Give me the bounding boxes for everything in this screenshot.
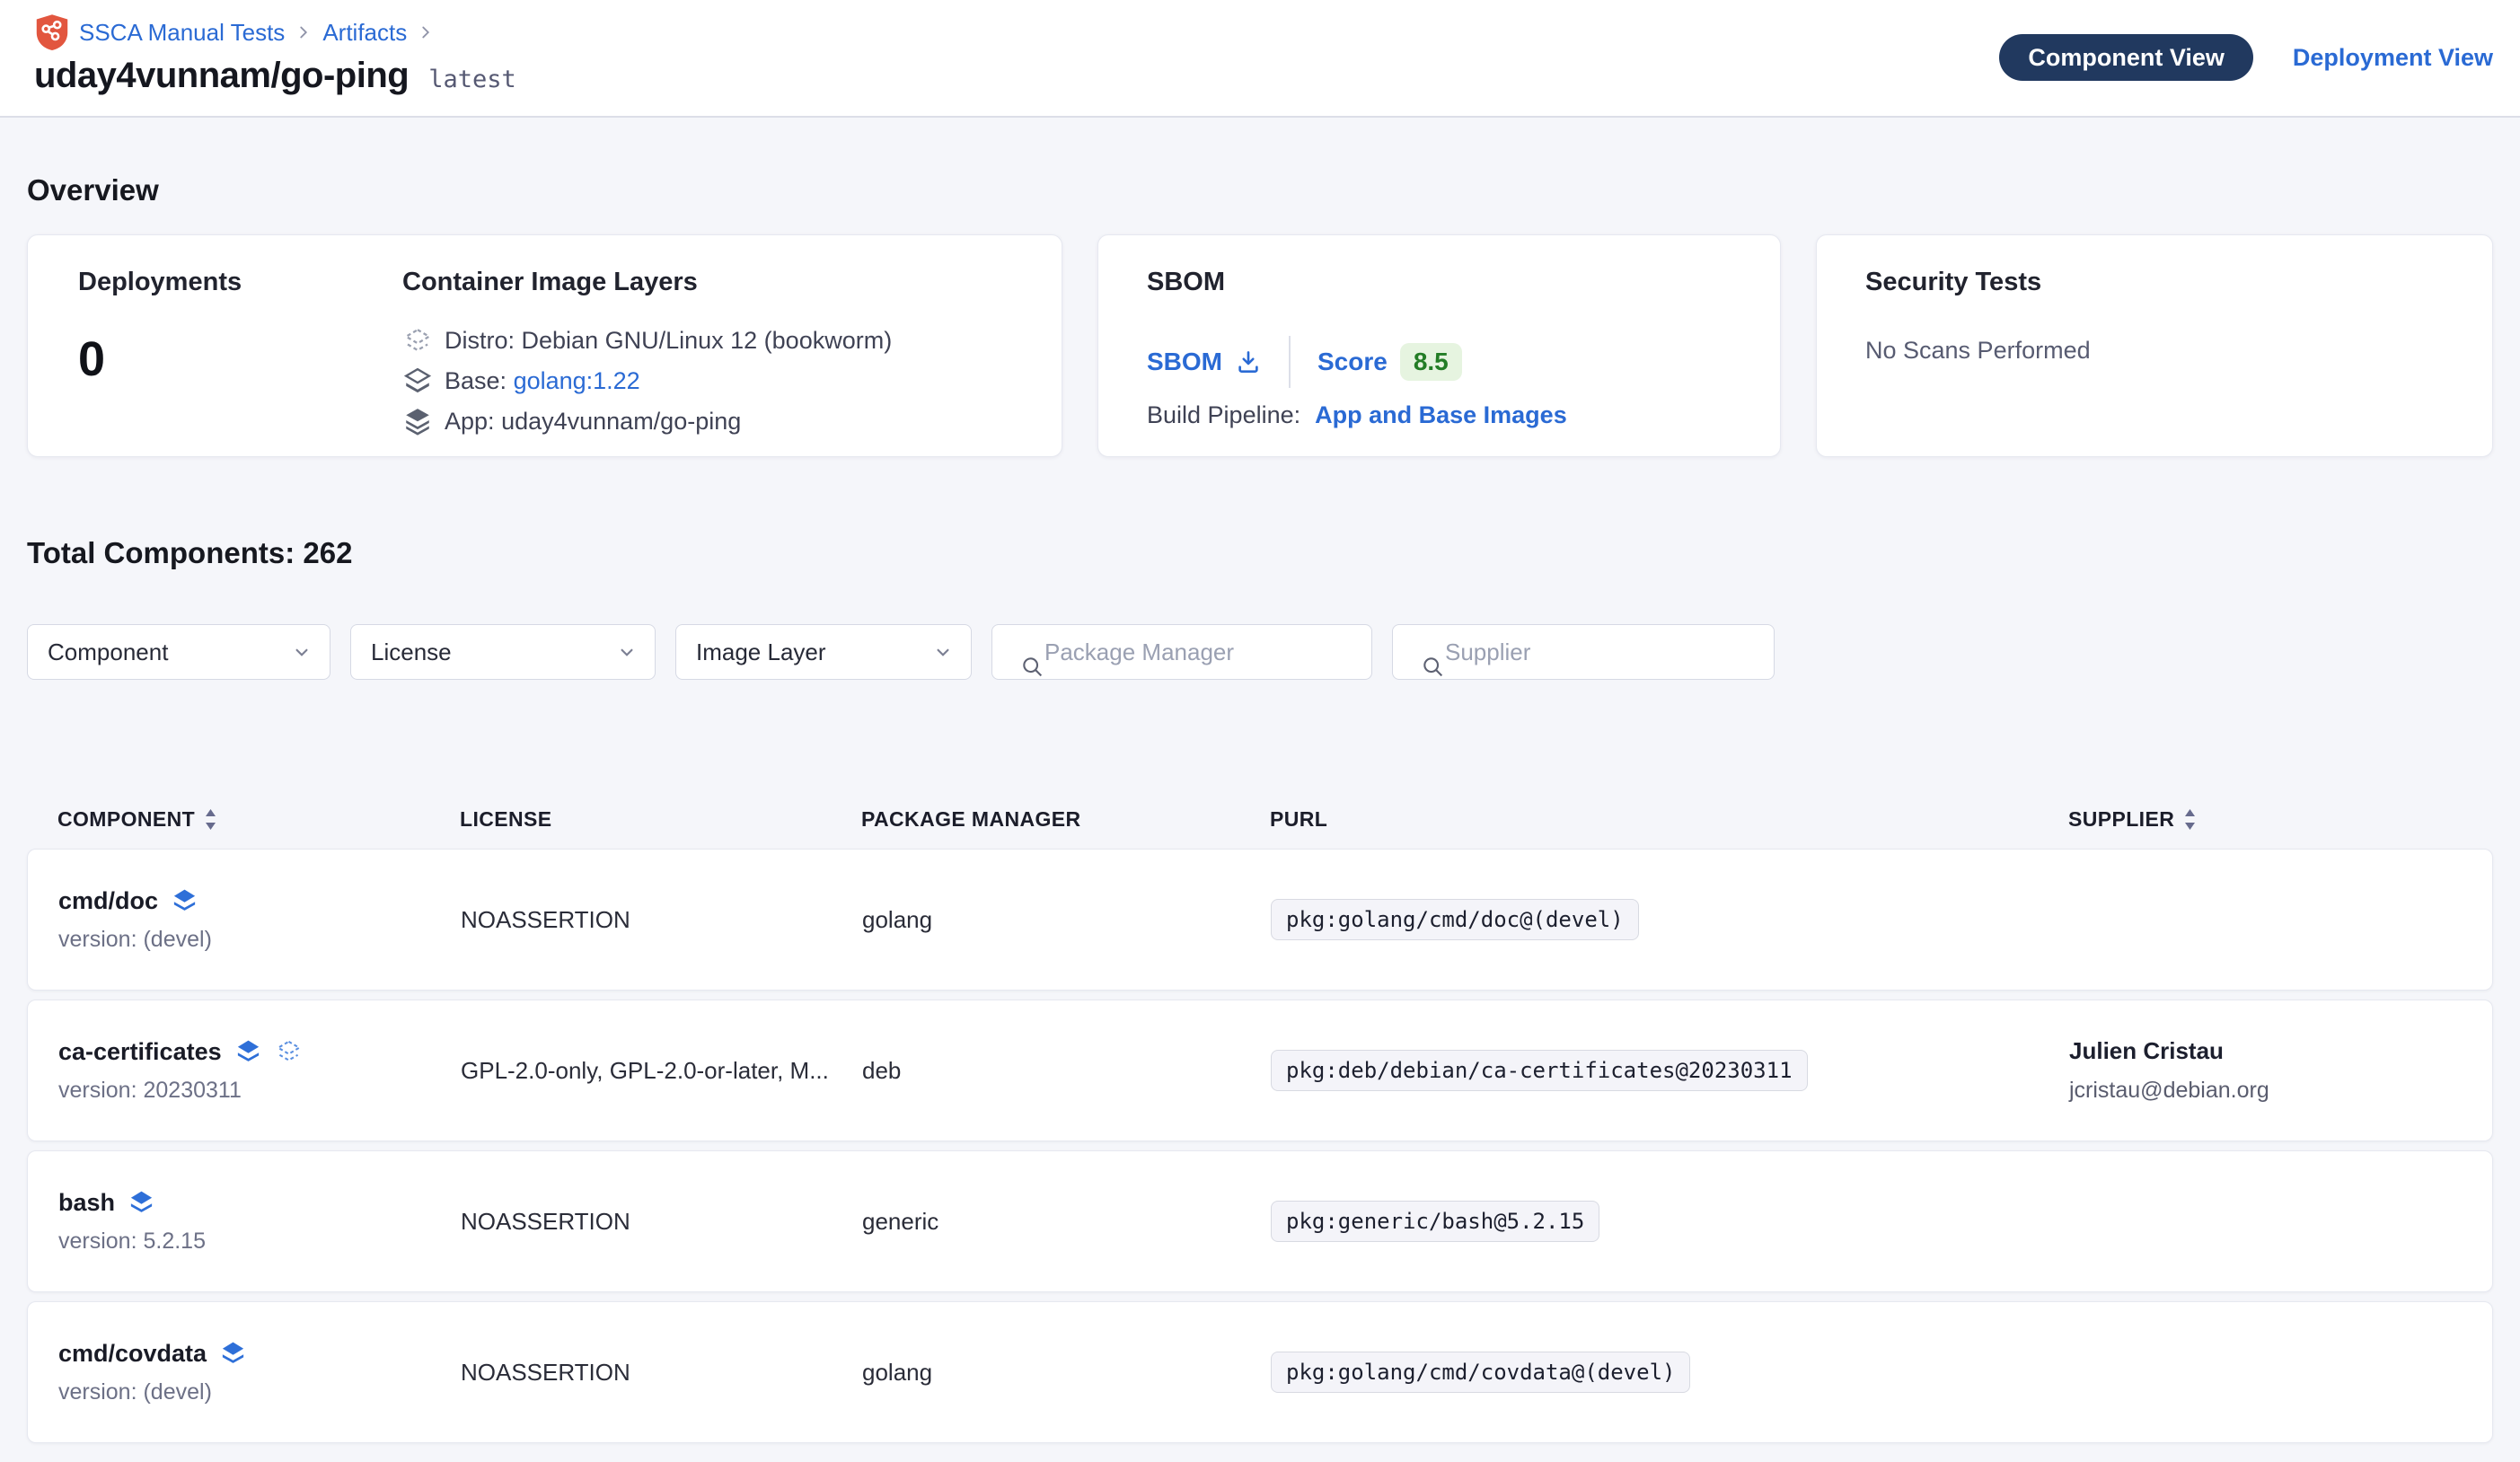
table-row: bash version: 5.2.15 NOASSERTION generic… [27,1150,2493,1292]
filters-bar: Component License Image Layer [27,624,2493,680]
view-toggle: Component View Deployment View [1999,34,2493,81]
layer-item-base: Base: golang:1.22 [402,361,1013,401]
component-name: cmd/doc [58,887,158,915]
package-manager-cell: golang [862,906,1271,934]
layers-filled-icon [234,1038,262,1066]
deployments-count: 0 [78,331,402,387]
sbom-card: SBOM SBOM Score 8.5 Build [1097,234,1781,457]
score-label: Score [1317,348,1388,376]
deployments-label: Deployments [78,268,402,297]
layers-filled-icon [171,887,198,915]
container-image-layers-label: Container Image Layers [402,268,1013,297]
sort-supplier-button[interactable] [2183,807,2197,832]
purl-badge: pkg:golang/cmd/covdata@(devel) [1271,1352,1690,1393]
license-cell: GPL-2.0-only, GPL-2.0-or-later, M... [461,1057,862,1085]
package-manager-cell: golang [862,1359,1271,1387]
divider [1289,336,1291,388]
supplier-email: jcristau@debian.org [2069,1078,2492,1104]
column-component: COMPONENT [57,807,195,832]
build-pipeline-label: Build Pipeline: [1147,401,1300,429]
layer-item-text: App: uday4vunnam/go-ping [445,408,741,436]
layers-filled-icon [402,407,433,437]
license-cell: NOASSERTION [461,1208,862,1236]
overview-heading: Overview [27,173,2493,207]
purl-badge: pkg:generic/bash@5.2.15 [1271,1201,1599,1242]
table-row: cmd/doc version: (devel) NOASSERTION gol… [27,849,2493,991]
image-layer-filter-select[interactable]: Image Layer [675,624,972,680]
layers-outline-dashed-icon [275,1038,303,1066]
component-name: ca-certificates [58,1038,222,1066]
component-filter-select[interactable]: Component [27,624,330,680]
total-components-heading: Total Components: 262 [27,536,2493,570]
build-pipeline-link[interactable]: App and Base Images [1315,401,1567,429]
chevron-down-icon [615,640,639,664]
base-image-link[interactable]: golang:1.22 [514,367,640,394]
purl-badge: pkg:deb/debian/ca-certificates@20230311 [1271,1050,1808,1091]
chevron-right-icon [294,22,313,42]
component-name: cmd/covdata [58,1340,207,1368]
overview-cards: Deployments 0 Container Image Layers Dis… [27,234,2493,457]
page-header: SSCA Manual Tests Artifacts uday4vunnam/… [0,0,2520,118]
component-filter-value: Component [48,639,168,666]
layer-item-app: App: uday4vunnam/go-ping [402,401,1013,442]
deployments-layers-card: Deployments 0 Container Image Layers Dis… [27,234,1062,457]
page-title: uday4vunnam/go-ping [34,56,409,96]
column-purl: PURL [1270,807,1327,832]
layer-item-distro: Distro: Debian GNU/Linux 12 (bookworm) [402,321,1013,361]
supplier-cell: Julien Cristau jcristau@debian.org [2069,1037,2492,1104]
component-version: version: 20230311 [58,1078,461,1104]
column-license: LICENSE [460,807,551,832]
purl-badge: pkg:golang/cmd/doc@(devel) [1271,899,1639,940]
score-badge: 8.5 [1400,343,1462,381]
package-manager-search [991,624,1372,680]
column-package-manager: PACKAGE MANAGER [861,807,1081,832]
chevron-right-icon [416,22,436,42]
license-filter-select[interactable]: License [350,624,656,680]
chevron-down-icon [290,640,313,664]
download-icon[interactable] [1235,348,1262,375]
security-tests-card: Security Tests No Scans Performed [1816,234,2493,457]
chevron-down-icon [931,640,955,664]
layers-half-filled-icon [402,366,433,397]
package-manager-cell: generic [862,1208,1271,1236]
component-version: version: (devel) [58,927,461,953]
package-manager-cell: deb [862,1057,1271,1085]
component-version: version: (devel) [58,1379,461,1405]
component-version: version: 5.2.15 [58,1229,461,1255]
package-manager-search-input[interactable] [991,624,1372,680]
supplier-search [1392,624,1775,680]
component-view-button[interactable]: Component View [1999,34,2253,81]
component-name: bash [58,1189,115,1217]
sbom-download-link[interactable]: SBOM [1147,348,1262,376]
layers-outline-dashed-icon [402,326,433,357]
security-tests-status: No Scans Performed [1865,337,2444,365]
layers-filled-icon [128,1189,155,1217]
table-header: COMPONENT LICENSE PACKAGE MANAGER PURL S… [27,789,2493,849]
license-filter-value: License [371,639,452,666]
layer-item-text: Distro: Debian GNU/Linux 12 (bookworm) [445,327,892,355]
security-tests-label: Security Tests [1865,268,2444,297]
license-cell: NOASSERTION [461,906,862,934]
supplier-search-input[interactable] [1392,624,1775,680]
supplier-name: Julien Cristau [2069,1037,2492,1065]
artifact-tag: latest [428,66,516,93]
sort-component-button[interactable] [204,807,217,832]
column-supplier: SUPPLIER [2068,807,2174,832]
image-layer-filter-value: Image Layer [696,639,826,666]
sbom-card-label: SBOM [1147,268,1731,297]
deployment-view-link[interactable]: Deployment View [2293,44,2493,72]
table-row: ca-certificates version: 20230311 GPL-2.… [27,1000,2493,1141]
ssca-shield-logo-icon [34,13,70,52]
breadcrumb-link-project[interactable]: SSCA Manual Tests [79,19,285,47]
table-row: cmd/covdata version: (devel) NOASSERTION… [27,1301,2493,1443]
breadcrumb-link-artifacts[interactable]: Artifacts [322,19,407,47]
license-cell: NOASSERTION [461,1359,862,1387]
layers-filled-icon [219,1340,247,1368]
layer-item-text: Base: golang:1.22 [445,367,640,395]
